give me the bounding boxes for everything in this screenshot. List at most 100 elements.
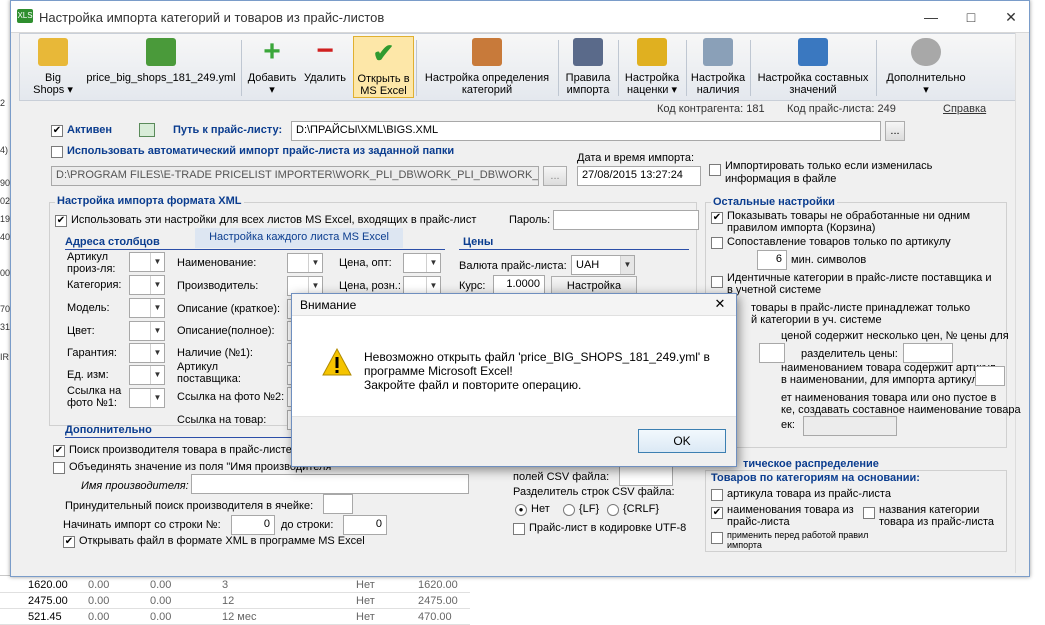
category-dropdown[interactable]: ▼ bbox=[129, 275, 165, 295]
match-article-checkbox[interactable] bbox=[711, 237, 723, 249]
tb-availability[interactable]: Настройка наличия bbox=[688, 36, 748, 98]
model-label: Модель: bbox=[67, 302, 110, 314]
per-sheet-settings-button[interactable]: Настройка каждого листа MS Excel bbox=[195, 228, 403, 248]
truck-icon bbox=[38, 38, 68, 66]
forced-search-label: Принудительный поиск производителя в яче… bbox=[65, 500, 314, 512]
minimize-button[interactable]: — bbox=[917, 7, 945, 27]
by-article-checkbox[interactable] bbox=[711, 489, 723, 501]
to-row-input[interactable]: 0 bbox=[343, 515, 387, 535]
tb-more[interactable]: Дополнительно ▾ bbox=[878, 36, 974, 98]
article-sep-input[interactable] bbox=[975, 366, 1005, 386]
min-chars-input[interactable]: 6 bbox=[757, 250, 787, 270]
tb-composite-values[interactable]: Настройка составных значений bbox=[752, 36, 874, 98]
auto-browse-button: ... bbox=[543, 166, 567, 186]
by-name-checkbox[interactable]: ✔ bbox=[711, 507, 723, 519]
dialog-title: Внимание bbox=[300, 298, 357, 312]
name-dropdown[interactable]: ▼ bbox=[287, 253, 323, 273]
only-changed-label: Импортировать только если изменилась инф… bbox=[725, 160, 933, 185]
price-retail-label: Цена, розн.: bbox=[339, 280, 401, 292]
help-link[interactable]: Справка bbox=[943, 103, 986, 115]
identical-cats-checkbox[interactable] bbox=[711, 276, 723, 288]
csv-fields-input[interactable] bbox=[619, 466, 673, 486]
warranty-label: Гарантия: bbox=[67, 347, 117, 359]
csv-crlf-radio[interactable] bbox=[607, 504, 619, 516]
to-row-label: до строки: bbox=[281, 519, 334, 531]
apply-before-checkbox[interactable] bbox=[711, 532, 723, 544]
minus-icon: − bbox=[316, 34, 334, 67]
csv-no-radio[interactable]: ● bbox=[515, 504, 527, 516]
password-input[interactable] bbox=[553, 210, 699, 230]
open-xml-checkbox[interactable]: ✔ bbox=[63, 536, 75, 548]
use-for-all-checkbox[interactable]: ✔ bbox=[55, 215, 67, 227]
xls-file-icon bbox=[146, 38, 176, 66]
rate-label: Курс: bbox=[459, 280, 486, 292]
hierarchy-icon[interactable] bbox=[139, 123, 155, 137]
by-category-checkbox[interactable] bbox=[863, 507, 875, 519]
start-row-input[interactable]: 0 bbox=[231, 515, 275, 535]
bg-cell: IR bbox=[0, 352, 9, 362]
tb-price-file[interactable]: price_big_shops_181_249.yml bbox=[82, 36, 240, 98]
category-label: Категория: bbox=[67, 279, 122, 291]
vertical-scrollbar[interactable] bbox=[1015, 33, 1027, 573]
dialog-body: Невозможно открыть файл 'price_BIG_SHOPS… bbox=[292, 316, 736, 416]
model-dropdown[interactable]: ▼ bbox=[129, 298, 165, 318]
show-unprocessed-checkbox[interactable]: ✔ bbox=[711, 212, 723, 224]
unit-dropdown[interactable]: ▼ bbox=[129, 365, 165, 385]
tb-delete[interactable]: − Удалить bbox=[301, 36, 349, 98]
search-manufacturer-checkbox[interactable]: ✔ bbox=[53, 445, 65, 457]
tb-big-shops[interactable]: Big Shops ▾ bbox=[24, 36, 82, 98]
auto-distribution-title: тическое распределение bbox=[741, 458, 881, 470]
price-sep-label: разделитель цены: bbox=[801, 348, 898, 360]
close-button[interactable]: ✕ bbox=[997, 7, 1025, 27]
tb-add[interactable]: + Добавить ▾ bbox=[243, 36, 301, 98]
tb-open-excel[interactable]: ✔ Открыть в MS Excel bbox=[353, 36, 414, 98]
by-name-label: наименования товара из прайс-листа bbox=[727, 504, 854, 528]
bg-cell: 4) bbox=[0, 145, 9, 155]
price-wholesale-dropdown[interactable]: ▼ bbox=[403, 253, 441, 273]
browse-button[interactable]: ... bbox=[885, 121, 905, 141]
merge-checkbox[interactable] bbox=[53, 462, 65, 474]
prices-underline bbox=[459, 249, 689, 250]
tb-import-rules[interactable]: Правила импорта bbox=[560, 36, 616, 98]
tb-category-settings[interactable]: Настройка определения категорий bbox=[418, 36, 556, 98]
datetime-input[interactable]: 27/08/2015 13:27:24 bbox=[577, 166, 701, 186]
coins-icon bbox=[637, 38, 667, 66]
app-icon: XLS bbox=[17, 9, 33, 23]
path-input[interactable]: D:\ПРАЙСЫ\XML\BIGS.XML bbox=[291, 121, 881, 141]
auto-import-checkbox[interactable] bbox=[51, 146, 63, 158]
open-xml-label: Открывать файл в формате XML в программе… bbox=[79, 535, 365, 547]
active-checkbox[interactable]: ✔ bbox=[51, 125, 63, 137]
forced-search-input[interactable] bbox=[323, 494, 353, 514]
color-dropdown[interactable]: ▼ bbox=[129, 321, 165, 341]
toolbar-separator bbox=[750, 40, 751, 96]
price-sep-input[interactable] bbox=[903, 343, 953, 363]
color-label: Цвет: bbox=[67, 325, 95, 337]
manufacturer-name-input[interactable] bbox=[191, 474, 469, 494]
currency-dropdown[interactable]: UAH ▼ bbox=[571, 255, 635, 275]
ok-button[interactable]: OK bbox=[638, 429, 726, 453]
by-category-label: названия категории товара из прайс-листа bbox=[879, 504, 995, 528]
title-bar: XLS Настройка импорта категорий и товаро… bbox=[11, 1, 1029, 33]
dialog-close-button[interactable]: ✕ bbox=[707, 295, 733, 313]
price-number-input[interactable] bbox=[759, 343, 785, 363]
search-manufacturer-label: Поиск производителя товара в прайс-листе bbox=[69, 444, 292, 456]
only-changed-checkbox[interactable] bbox=[709, 164, 721, 176]
name-empty-label-2: ке, создавать составное наименование тов… bbox=[781, 404, 1021, 416]
manufacturer-name-label: Имя производителя: bbox=[81, 480, 189, 492]
columns-underline bbox=[65, 249, 445, 250]
photo1-dropdown[interactable]: ▼ bbox=[129, 388, 165, 408]
utf8-checkbox[interactable] bbox=[513, 523, 525, 535]
product-link-label: Ссылка на товар: bbox=[177, 414, 267, 426]
toolbar-separator bbox=[241, 40, 242, 96]
warning-dialog: Внимание ✕ Невозможно открыть файл 'pric… bbox=[291, 293, 737, 467]
tb-markup[interactable]: Настройка наценки ▾ bbox=[620, 36, 684, 98]
min-chars-label: мин. символов bbox=[791, 254, 867, 266]
by-article-label: артикула товара из прайс-листа bbox=[727, 488, 891, 500]
cart-icon bbox=[703, 38, 733, 66]
csv-lf-radio[interactable] bbox=[563, 504, 575, 516]
auto-distribution-subtitle: Товаров по категориям на основании: bbox=[711, 472, 920, 484]
maximize-button[interactable]: □ bbox=[957, 7, 985, 27]
warranty-dropdown[interactable]: ▼ bbox=[129, 343, 165, 363]
article-dropdown[interactable]: ▼ bbox=[129, 252, 165, 272]
rate-input[interactable]: 1.0000 bbox=[493, 275, 545, 295]
